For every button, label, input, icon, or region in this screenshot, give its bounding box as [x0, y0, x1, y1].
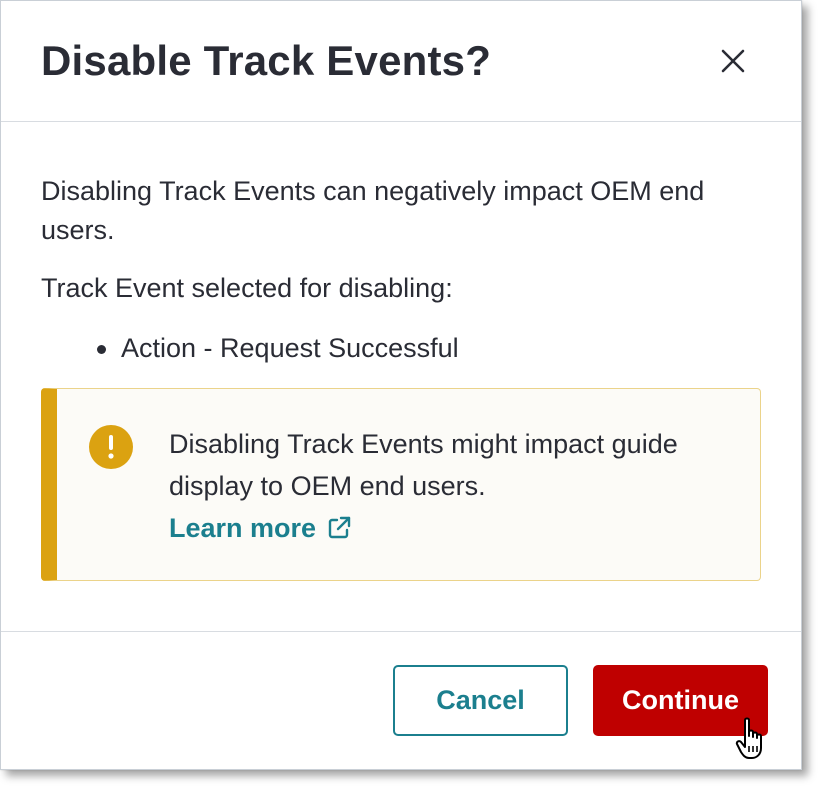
- continue-button[interactable]: Continue: [593, 665, 768, 736]
- close-icon: [721, 49, 745, 73]
- cancel-button[interactable]: Cancel: [393, 665, 568, 736]
- learn-more-label: Learn more: [169, 513, 317, 543]
- selected-label: Track Event selected for disabling:: [41, 273, 453, 303]
- dialog-footer: Cancel Continue: [1, 631, 801, 770]
- close-button[interactable]: [709, 37, 757, 85]
- learn-more-link[interactable]: Learn more: [169, 507, 352, 549]
- list-item-label: Action - Request Successful: [121, 333, 459, 363]
- list-item: Action - Request Successful: [93, 329, 459, 368]
- warning-text: Disabling Track Events can negatively im…: [41, 176, 705, 245]
- alert-text: Disabling Track Events might impact guid…: [169, 429, 678, 501]
- dialog-header: Disable Track Events?: [1, 1, 801, 122]
- warning-alert: Disabling Track Events might impact guid…: [41, 388, 761, 581]
- bullet-icon: [97, 345, 106, 354]
- dialog-title: Disable Track Events?: [41, 37, 492, 84]
- exclamation-circle-icon: [89, 425, 133, 469]
- external-link-icon: [328, 516, 351, 539]
- disable-track-events-dialog: Disable Track Events? Disabling Track Ev…: [0, 0, 802, 770]
- selected-track-events-list: Action - Request Successful: [93, 329, 459, 368]
